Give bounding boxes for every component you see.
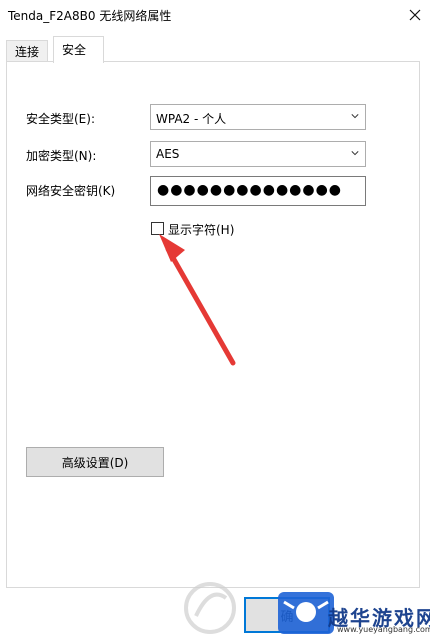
- security-type-select[interactable]: WPA2 - 个人: [150, 104, 366, 130]
- encryption-type-label: 加密类型(N):: [26, 149, 97, 163]
- show-characters-checkbox[interactable]: [151, 222, 164, 235]
- tab-strip: 连接 安全: [0, 36, 430, 63]
- close-button[interactable]: [400, 0, 430, 30]
- title-bar: Tenda_F2A8B0 无线网络属性: [0, 0, 430, 30]
- window-title: Tenda_F2A8B0 无线网络属性: [8, 9, 172, 23]
- network-key-value: ●●●●●●●●●●●●●●: [157, 182, 343, 198]
- chevron-down-icon: [351, 151, 359, 156]
- security-type-value: WPA2 - 个人: [156, 112, 227, 126]
- security-type-label: 安全类型(E):: [26, 112, 95, 126]
- advanced-settings-label: 高级设置(D): [61, 455, 129, 470]
- advanced-settings-button[interactable]: 高级设置(D): [26, 447, 164, 477]
- tab-connection[interactable]: 连接: [6, 40, 49, 62]
- chevron-down-icon: [351, 114, 359, 119]
- show-characters-label[interactable]: 显示字符(H): [168, 221, 234, 238]
- network-key-input[interactable]: ●●●●●●●●●●●●●●: [150, 176, 366, 206]
- close-icon: [409, 9, 421, 21]
- encryption-type-value: AES: [156, 147, 180, 161]
- encryption-type-select[interactable]: AES: [150, 141, 366, 167]
- network-key-label: 网络安全密钥(K): [26, 184, 116, 198]
- tab-security[interactable]: 安全: [53, 36, 104, 63]
- watermark-url: www.yueyangbang.com: [337, 625, 430, 634]
